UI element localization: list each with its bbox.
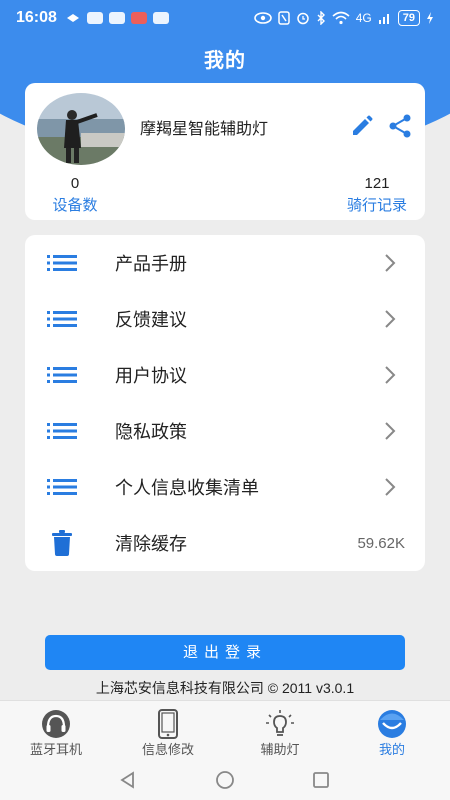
menu-item-label: 个人信息收集清单 xyxy=(115,478,259,498)
back-icon[interactable] xyxy=(118,770,138,790)
notification-icon xyxy=(66,14,79,22)
menu-item-feedback[interactable]: 反馈建议 xyxy=(25,291,425,347)
chevron-right-icon xyxy=(385,422,396,440)
menu-item-label: 隐私政策 xyxy=(115,422,187,442)
tablet-icon xyxy=(158,709,178,739)
menu-item-label: 用户协议 xyxy=(115,366,187,386)
user-face-icon xyxy=(378,710,406,738)
notification-icons xyxy=(65,12,169,24)
charging-icon xyxy=(427,12,433,24)
devices-label: 设备数 xyxy=(52,197,98,214)
network-type: 4G xyxy=(355,11,372,25)
menu-item-user-agreement[interactable]: 用户协议 xyxy=(25,347,425,403)
nav-label: 辅助灯 xyxy=(260,742,300,757)
cache-size: 59.62K xyxy=(357,534,405,552)
menu-item-data-collection-list[interactable]: 个人信息收集清单 xyxy=(25,459,425,515)
chevron-right-icon xyxy=(385,478,396,496)
menu-item-privacy-policy[interactable]: 隐私政策 xyxy=(25,403,425,459)
devices-stat[interactable]: 0 设备数 xyxy=(47,175,103,215)
devices-count: 0 xyxy=(70,175,80,192)
chevron-right-icon xyxy=(385,310,396,328)
system-navigation-bar xyxy=(0,760,450,800)
tab-bluetooth-headphones[interactable]: 蓝牙耳机 xyxy=(0,701,112,761)
tab-edit-info[interactable]: 信息修改 xyxy=(112,701,224,761)
nav-label: 蓝牙耳机 xyxy=(29,742,82,757)
status-right-icons: 4G 79 xyxy=(253,10,434,26)
avatar[interactable] xyxy=(37,93,125,165)
share-icon[interactable] xyxy=(387,113,413,139)
list-icon xyxy=(47,367,77,383)
home-icon[interactable] xyxy=(215,770,235,790)
menu-item-label: 反馈建议 xyxy=(115,310,187,330)
signal-icon xyxy=(378,14,389,24)
app-notification-icon xyxy=(130,12,147,24)
rides-count: 121 xyxy=(364,175,390,192)
battery-level: 79 xyxy=(397,10,420,26)
menu-item-label: 清除缓存 xyxy=(115,534,187,554)
edit-icon[interactable] xyxy=(349,113,375,139)
rides-label: 骑行记录 xyxy=(346,197,407,214)
chevron-right-icon xyxy=(385,366,396,384)
nav-label: 信息修改 xyxy=(141,742,194,757)
tab-mine[interactable]: 我的 xyxy=(336,701,448,761)
nfc-icon xyxy=(277,11,290,25)
chevron-right-icon xyxy=(385,254,396,272)
menu-card: 产品手册 反馈建议 用户协议 隐私政策 个人信息收集清单 清除缓存 59.62K xyxy=(25,235,425,571)
bottom-nav: 蓝牙耳机 信息修改 辅助灯 我的 xyxy=(0,700,450,760)
status-bar: 16:08 4G 79 xyxy=(0,0,450,36)
bluetooth-icon xyxy=(317,11,325,25)
profile-card: 摩羯星智能辅助灯 0 设备数 121 骑行记录 xyxy=(25,83,425,220)
menu-item-label: 产品手册 xyxy=(115,254,187,274)
menu-item-clear-cache[interactable]: 清除缓存 59.62K xyxy=(25,515,425,571)
tab-assist-light[interactable]: 辅助灯 xyxy=(224,701,336,761)
menu-item-manual[interactable]: 产品手册 xyxy=(25,235,425,291)
eye-icon xyxy=(253,12,272,24)
list-icon xyxy=(47,311,77,327)
list-icon xyxy=(47,423,77,439)
app-notification-icon xyxy=(152,12,169,24)
logout-button[interactable]: 退出登录 xyxy=(45,635,405,670)
app-notification-icon xyxy=(108,12,125,24)
headphones-icon xyxy=(42,710,70,738)
list-icon xyxy=(47,255,77,271)
alarm-icon xyxy=(296,12,309,25)
list-icon xyxy=(47,479,77,495)
trash-icon xyxy=(52,530,72,556)
nav-label: 我的 xyxy=(378,742,405,757)
app-notification-icon xyxy=(86,12,103,24)
lightbulb-icon xyxy=(266,710,294,736)
username: 摩羯星智能辅助灯 xyxy=(140,121,269,138)
wifi-icon xyxy=(332,11,350,25)
page-title: 我的 xyxy=(204,50,246,72)
recent-apps-icon[interactable] xyxy=(311,770,331,790)
rides-stat[interactable]: 121 骑行记录 xyxy=(339,175,415,215)
copyright-text: 上海芯安信息科技有限公司 © 2011 v3.0.1 xyxy=(95,680,355,696)
status-time: 16:08 xyxy=(16,9,57,26)
